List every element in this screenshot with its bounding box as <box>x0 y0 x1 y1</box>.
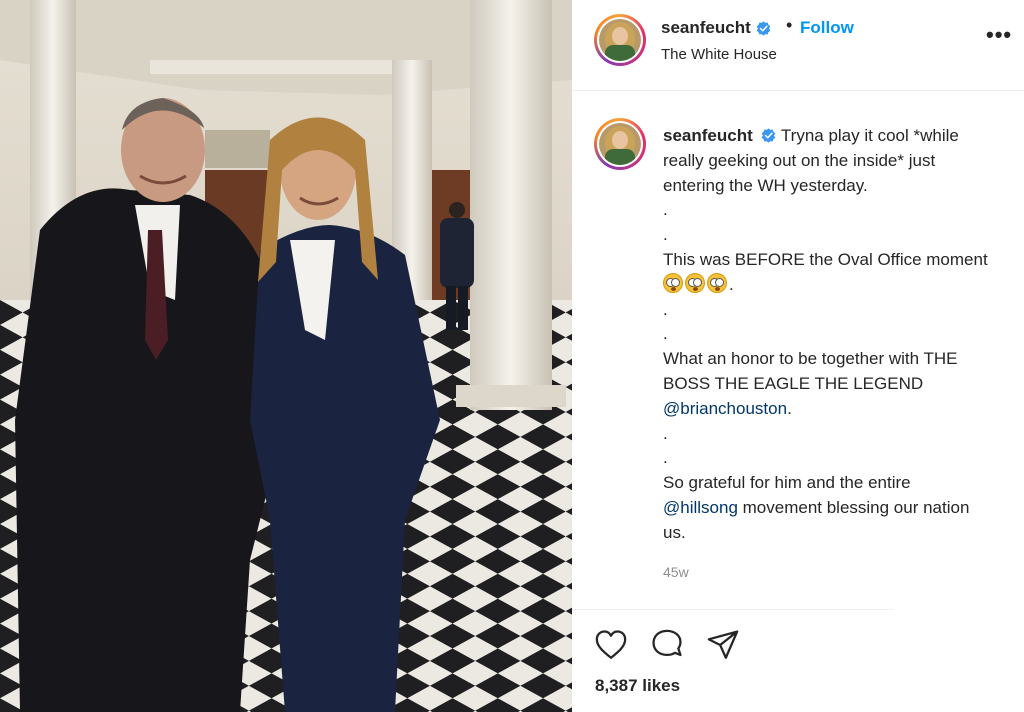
caption-text-line: us. <box>663 522 686 542</box>
caption-dot: . <box>663 200 668 220</box>
header-separator: • <box>786 15 793 35</box>
caption-text: . <box>787 398 792 418</box>
caption-text: . <box>729 274 734 294</box>
caption-avatar[interactable] <box>594 118 646 170</box>
post-details-panel: seanfeucht • Follow The White House ••• … <box>572 0 1024 712</box>
caption-text-line: Tryna play it cool *while <box>776 126 959 145</box>
caption-dot: . <box>663 423 668 443</box>
caption-text-line: really geeking out on the inside* just <box>663 150 936 170</box>
caption-dot: . <box>663 225 668 245</box>
caption-text: movement blessing our nation <box>737 497 970 517</box>
mention-link-brianchouston[interactable]: @brianchouston <box>663 399 787 418</box>
flushed-face-emoji <box>663 272 683 293</box>
post-image <box>0 0 572 712</box>
caption-text-line: This was BEFORE the Oval Office moment <box>663 249 988 269</box>
mention-link-hillsong[interactable]: @hillsong <box>663 498 738 517</box>
post-photo[interactable] <box>0 0 572 712</box>
location-link[interactable]: The White House <box>661 46 777 63</box>
caption-text-line: What an honor to be together with THE <box>663 349 958 369</box>
caption-dot: . <box>663 324 668 344</box>
heart-icon[interactable] <box>594 628 628 662</box>
flushed-face-emoji <box>685 272 705 293</box>
post-header: seanfeucht • Follow The White House ••• <box>572 0 1024 91</box>
caption-username[interactable]: seanfeucht <box>663 126 753 145</box>
like-count[interactable]: 8,387 likes <box>595 676 680 696</box>
caption-text-line: BOSS THE EAGLE THE LEGEND <box>663 373 924 393</box>
caption-text-line: So grateful for him and the entire <box>663 473 911 493</box>
post-caption: seanfeucht Tryna play it cool *while rea… <box>663 124 1019 546</box>
follow-button[interactable]: Follow <box>800 18 854 38</box>
caption-dot: . <box>663 299 668 319</box>
action-bar: 8,387 likes <box>572 609 894 712</box>
author-username: seanfeucht <box>661 18 751 37</box>
caption-dot: . <box>663 448 668 468</box>
post-timestamp[interactable]: 45w <box>663 564 689 580</box>
caption-text-line: entering the WH yesterday. <box>663 175 868 195</box>
author-username-link[interactable]: seanfeucht <box>661 18 771 38</box>
verified-badge-icon <box>762 128 776 143</box>
author-avatar[interactable] <box>594 14 646 66</box>
paper-plane-icon[interactable] <box>706 628 740 662</box>
verified-badge-icon <box>756 20 770 36</box>
more-options-icon[interactable]: ••• <box>986 22 1012 48</box>
flushed-face-emoji <box>707 272 727 293</box>
comment-bubble-icon[interactable] <box>650 628 684 662</box>
